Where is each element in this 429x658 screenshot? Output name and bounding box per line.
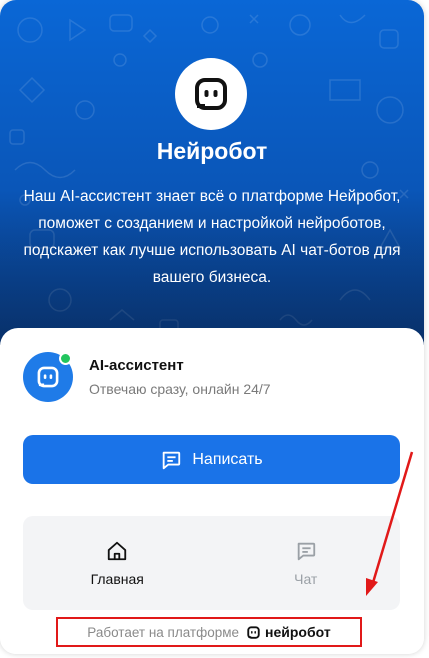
robot-face-icon: [37, 366, 59, 388]
chat-bubble-icon: [162, 451, 181, 469]
home-icon: [108, 541, 127, 560]
bottom-nav: Главная Чат: [23, 516, 400, 610]
agent-status: Отвечаю сразу, онлайн 24/7: [89, 381, 271, 397]
agent-name: AI-ассистент: [89, 357, 184, 374]
robot-face-icon: [195, 78, 227, 110]
write-button[interactable]: Написать: [23, 435, 400, 484]
tab-chat-label: Чат: [294, 570, 318, 587]
powered-by-text: Работает на платформе: [87, 624, 240, 640]
page-title: Нейробот: [156, 138, 268, 164]
chat-widget: Нейробот Наш AI-ассистент знает всё о пл…: [0, 0, 424, 654]
footer-brand: нейробот: [265, 624, 331, 640]
write-button-label: Написать: [192, 450, 263, 468]
online-status-dot: [59, 352, 72, 365]
chat-bubble-icon: [297, 542, 315, 560]
tab-chat[interactable]: Чат: [212, 516, 401, 610]
brand-logo: [175, 58, 247, 130]
hero-banner: Нейробот Наш AI-ассистент знает всё о пл…: [0, 0, 424, 345]
robot-face-icon: [247, 625, 260, 639]
powered-by-footer[interactable]: Работает на платформе нейробот: [56, 617, 362, 647]
hero-description: Наш AI-ассистент знает всё о платформе Н…: [23, 188, 401, 286]
content-card: AI-ассистент Отвечаю сразу, онлайн 24/7 …: [0, 328, 424, 654]
footer-brand-link[interactable]: нейробот: [246, 624, 331, 640]
tab-home-label: Главная: [90, 570, 144, 587]
tab-home[interactable]: Главная: [23, 516, 212, 610]
agent-info: AI-ассистент Отвечаю сразу, онлайн 24/7: [23, 352, 403, 402]
